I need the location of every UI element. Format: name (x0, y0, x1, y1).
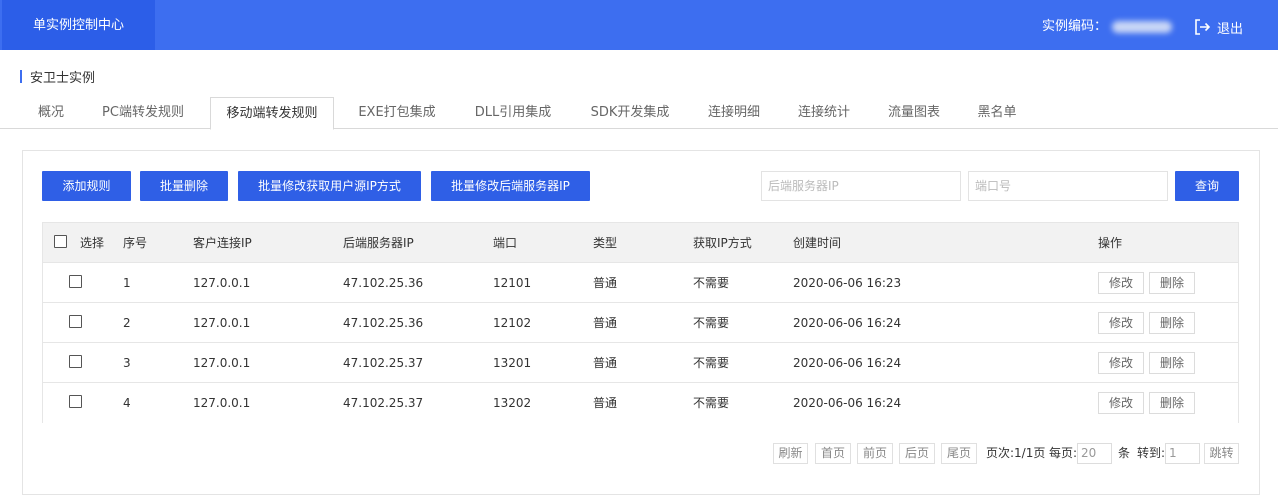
row-backend-ip: 47.102.25.36 (343, 316, 424, 330)
tab-traffic-charts[interactable]: 流量图表 (876, 97, 952, 129)
tab-sdk-integration[interactable]: SDK开发集成 (578, 97, 682, 129)
table-row: 2 127.0.0.1 47.102.25.36 12102 普通 不需要 20… (43, 303, 1238, 343)
select-all-checkbox[interactable] (54, 235, 67, 248)
pagination-jump-button[interactable]: 跳转 (1204, 443, 1239, 464)
row-delete-button[interactable]: 删除 (1149, 312, 1195, 334)
header-client-ip: 客户连接IP (193, 236, 252, 250)
port-search-input[interactable]: 端口号 (968, 171, 1168, 201)
tab-connection-stats[interactable]: 连接统计 (786, 97, 862, 129)
batch-modify-ip-method-button[interactable]: 批量修改获取用户源IP方式 (238, 171, 421, 201)
top-bar: 单实例控制中心 实例编码： 退出 (0, 0, 1278, 50)
tab-overview[interactable]: 概况 (28, 97, 74, 129)
row-type: 普通 (593, 356, 618, 370)
header-created-time: 创建时间 (793, 236, 842, 250)
row-index: 4 (123, 396, 131, 410)
row-index: 2 (123, 316, 131, 330)
row-edit-button[interactable]: 修改 (1098, 272, 1144, 294)
pagination-page-info: 页次:1/1页 (986, 446, 1046, 460)
query-button[interactable]: 查询 (1175, 171, 1239, 201)
batch-delete-button[interactable]: 批量删除 (140, 171, 228, 201)
row-type: 普通 (593, 316, 618, 330)
tab-bar: 概况 PC端转发规则 移动端转发规则 EXE打包集成 DLL引用集成 SDK开发… (0, 97, 1278, 130)
header-port: 端口 (493, 236, 518, 250)
instance-code-value-redacted (1112, 21, 1172, 33)
row-delete-button[interactable]: 删除 (1149, 392, 1195, 414)
row-created-time: 2020-06-06 16:24 (793, 316, 902, 330)
row-edit-button[interactable]: 修改 (1098, 392, 1144, 414)
row-client-ip: 127.0.0.1 (193, 356, 251, 370)
row-checkbox[interactable] (69, 315, 82, 328)
pagination-next-button[interactable]: 后页 (899, 443, 935, 464)
pagination-first-button[interactable]: 首页 (815, 443, 851, 464)
row-client-ip: 127.0.0.1 (193, 316, 251, 330)
header-ip-method: 获取IP方式 (693, 236, 752, 250)
row-created-time: 2020-06-06 16:24 (793, 396, 902, 410)
tab-pc-forward-rules[interactable]: PC端转发规则 (90, 97, 196, 129)
row-ip-method: 不需要 (693, 356, 730, 370)
row-client-ip: 127.0.0.1 (193, 396, 251, 410)
header-backend-ip: 后端服务器IP (343, 236, 414, 250)
row-type: 普通 (593, 396, 618, 410)
app-title[interactable]: 单实例控制中心 (2, 0, 155, 50)
row-port: 12101 (493, 276, 532, 290)
row-created-time: 2020-06-06 16:23 (793, 276, 902, 290)
table-row: 4 127.0.0.1 47.102.25.37 13202 普通 不需要 20… (43, 383, 1238, 423)
row-port: 13202 (493, 396, 532, 410)
row-created-time: 2020-06-06 16:24 (793, 356, 902, 370)
row-checkbox[interactable] (69, 395, 82, 408)
row-checkbox[interactable] (69, 355, 82, 368)
pagination-refresh-button[interactable]: 刷新 (773, 443, 808, 464)
logout-button[interactable]: 退出 (1193, 0, 1243, 54)
rules-table: 选择 序号 客户连接IP 后端服务器IP 端口 类型 获取IP方式 创建时间 操… (42, 222, 1239, 423)
row-index: 1 (123, 276, 131, 290)
header-actions: 操作 (1098, 236, 1123, 250)
row-backend-ip: 47.102.25.37 (343, 356, 424, 370)
row-ip-method: 不需要 (693, 396, 730, 410)
row-port: 13201 (493, 356, 532, 370)
row-edit-button[interactable]: 修改 (1098, 312, 1144, 334)
header-index: 序号 (123, 236, 148, 250)
row-ip-method: 不需要 (693, 276, 730, 290)
tab-dll-integration[interactable]: DLL引用集成 (462, 97, 564, 129)
add-rule-button[interactable]: 添加规则 (42, 171, 131, 201)
tab-blacklist[interactable]: 黑名单 (966, 97, 1028, 129)
row-delete-button[interactable]: 删除 (1149, 272, 1195, 294)
table-row: 1 127.0.0.1 47.102.25.36 12101 普通 不需要 20… (43, 263, 1238, 303)
header-type: 类型 (593, 236, 618, 250)
section-title: 安卫士实例 (20, 67, 96, 86)
section-title-text: 安卫士实例 (30, 70, 96, 86)
pagination-prev-button[interactable]: 前页 (857, 443, 893, 464)
instance-code-label: 实例编码： (1042, 19, 1108, 34)
logout-icon (1193, 18, 1211, 36)
row-type: 普通 (593, 276, 618, 290)
row-client-ip: 127.0.0.1 (193, 276, 251, 290)
tab-mobile-forward-rules[interactable]: 移动端转发规则 (210, 97, 334, 130)
row-port: 12102 (493, 316, 532, 330)
row-edit-button[interactable]: 修改 (1098, 352, 1144, 374)
logout-label: 退出 (1217, 21, 1244, 37)
header-select: 选择 (80, 236, 105, 250)
pagination-per-page-unit: 条 (1118, 446, 1131, 460)
pagination-goto-input[interactable]: 1 (1165, 443, 1200, 464)
backend-ip-search-input[interactable]: 后端服务器IP (761, 171, 961, 201)
batch-modify-backend-ip-button[interactable]: 批量修改后端服务器IP (431, 171, 590, 201)
table-row: 3 127.0.0.1 47.102.25.37 13201 普通 不需要 20… (43, 343, 1238, 383)
row-index: 3 (123, 356, 131, 370)
row-checkbox[interactable] (69, 275, 82, 288)
pagination-goto-label: 转到: (1137, 446, 1166, 460)
row-backend-ip: 47.102.25.36 (343, 276, 424, 290)
tab-exe-packaging[interactable]: EXE打包集成 (348, 97, 446, 129)
row-backend-ip: 47.102.25.37 (343, 396, 424, 410)
row-ip-method: 不需要 (693, 316, 730, 330)
table-header: 选择 序号 客户连接IP 后端服务器IP 端口 类型 获取IP方式 创建时间 操… (43, 223, 1238, 263)
row-delete-button[interactable]: 删除 (1149, 352, 1195, 374)
pagination-last-button[interactable]: 尾页 (941, 443, 977, 464)
tab-connection-details[interactable]: 连接明细 (696, 97, 772, 129)
section-accent-bar (20, 69, 22, 83)
pagination-per-page-input[interactable]: 20 (1077, 443, 1112, 464)
pagination-per-page-label: 每页: (1049, 446, 1078, 460)
